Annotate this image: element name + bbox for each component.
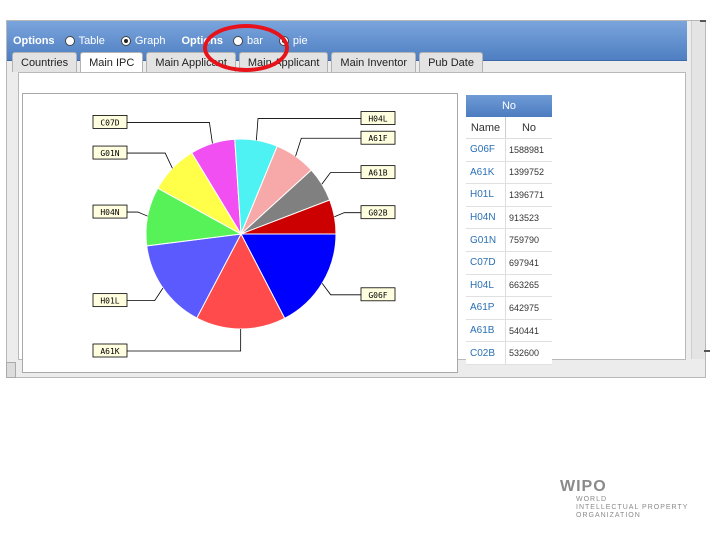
table-cell-name[interactable]: A61P [466, 297, 506, 319]
tab-countries[interactable]: Countries [12, 52, 78, 72]
pie-leader-line [334, 212, 361, 218]
radio-table-button[interactable] [64, 35, 75, 46]
pie-label: H04L [368, 115, 387, 124]
table-header-row: Name No [466, 117, 552, 139]
table-cell-no: 642975 [509, 302, 540, 313]
table-cell-name[interactable]: A61K [466, 161, 506, 184]
pie-label: G02B [368, 209, 387, 218]
table-cell-name[interactable]: G01N [466, 229, 506, 251]
radio-graph-label: Graph [134, 34, 166, 47]
col-header-name[interactable]: Name [466, 117, 506, 138]
table-row[interactable]: A61K 1399752 [466, 161, 552, 185]
radio-graph-button[interactable] [120, 35, 131, 46]
table-cell-no: 1588981 [509, 144, 545, 155]
radio-pie-label: pie [292, 34, 308, 47]
table-cell-name[interactable]: H04N [466, 206, 506, 229]
pie-label: A61F [368, 134, 387, 143]
table-row[interactable]: A61P 642975 [466, 297, 552, 320]
table-row[interactable]: H04N 913523 [466, 206, 552, 230]
pie-label: C07D [100, 118, 119, 127]
vertical-scrollbar[interactable] [691, 21, 705, 359]
pie-label: G06F [368, 291, 387, 300]
table-cell-no: 697941 [509, 257, 540, 268]
table-cell-no: 1399752 [509, 167, 545, 178]
tab-main-inventor[interactable]: Main Inventor [331, 52, 417, 72]
radio-table[interactable]: Table [64, 34, 111, 47]
tab-main-ipc[interactable]: Main IPC [80, 52, 144, 72]
pie-label: H04N [100, 208, 119, 217]
pie-leader-line [127, 328, 242, 352]
horizontal-scroll-handle[interactable] [6, 362, 16, 378]
pie-chart-container: G06F A61K H01L H04N G01N C07D H04L A61F A61B G02B [22, 93, 458, 373]
ipc-table: No Name No G06F 1588981 A61K 1399752 H01L 139… [466, 95, 552, 365]
pie-leader-line [127, 122, 213, 144]
table-cell-no: 759790 [509, 235, 540, 246]
table-cell-name[interactable]: H01L [466, 184, 506, 206]
table-row[interactable]: H04L 663265 [466, 274, 552, 298]
pie-leader-line [255, 118, 361, 141]
table-cell-no: 663265 [509, 280, 540, 291]
table-cell-name[interactable]: A61B [466, 319, 506, 342]
logo-line-2: INTELLECTUAL PROPERTY [576, 504, 689, 511]
table-cell-no: 540441 [509, 325, 540, 336]
table-row[interactable]: C02B 532600 [466, 342, 552, 365]
wipo-logo: WIPO WORLD INTELLECTUAL PROPERTY ORGANIZ… [560, 478, 688, 520]
logo-line-3: ORGANIZATION [576, 512, 641, 519]
table-cell-name[interactable]: C07D [466, 251, 506, 274]
pie-leader-line [321, 172, 361, 185]
table-cell-no: 532600 [509, 348, 540, 359]
table-title: No [466, 95, 552, 117]
table-cell-no: 1396771 [509, 189, 545, 200]
table-row[interactable]: G06F 1588981 [466, 139, 552, 162]
pie-label: G01N [100, 149, 119, 158]
pie-leader-line [127, 211, 148, 217]
table-cell-no: 913523 [509, 212, 540, 223]
radio-table-label: Table [78, 34, 105, 47]
window-mark-2 [704, 350, 710, 352]
annotation-circle [203, 24, 289, 72]
pie-chart: G06F A61K H01L H04N G01N C07D H04L A61F A61B G02B [92, 111, 396, 358]
table-cell-name[interactable]: G06F [466, 139, 506, 161]
pie-leader-line [321, 283, 361, 296]
logo-main: WIPO [560, 478, 607, 495]
logo-line-1: WORLD [576, 496, 608, 503]
pie-label: A61K [100, 347, 119, 356]
table-row[interactable]: A61B 540441 [466, 319, 552, 343]
options-label: Options [13, 34, 55, 47]
window-mark [700, 20, 706, 22]
table-row[interactable]: G01N 759790 [466, 229, 552, 252]
pie-label: A61B [368, 169, 387, 178]
pie-label: H01L [100, 297, 119, 306]
table-cell-name[interactable]: H04L [466, 274, 506, 297]
table-row[interactable]: C07D 697941 [466, 251, 552, 275]
pie-leader-line [127, 287, 164, 302]
tab-pub-date[interactable]: Pub Date [419, 52, 483, 72]
table-body: G06F 1588981 A61K 1399752 H01L 1396771 H04N 913… [466, 139, 552, 365]
table-cell-name[interactable]: C02B [466, 342, 506, 364]
table-row[interactable]: H01L 1396771 [466, 184, 552, 207]
col-header-no[interactable]: No [506, 117, 552, 138]
pie-leader-line [295, 137, 361, 157]
pie-leader-line [127, 152, 173, 169]
radio-graph[interactable]: Graph [120, 34, 172, 47]
